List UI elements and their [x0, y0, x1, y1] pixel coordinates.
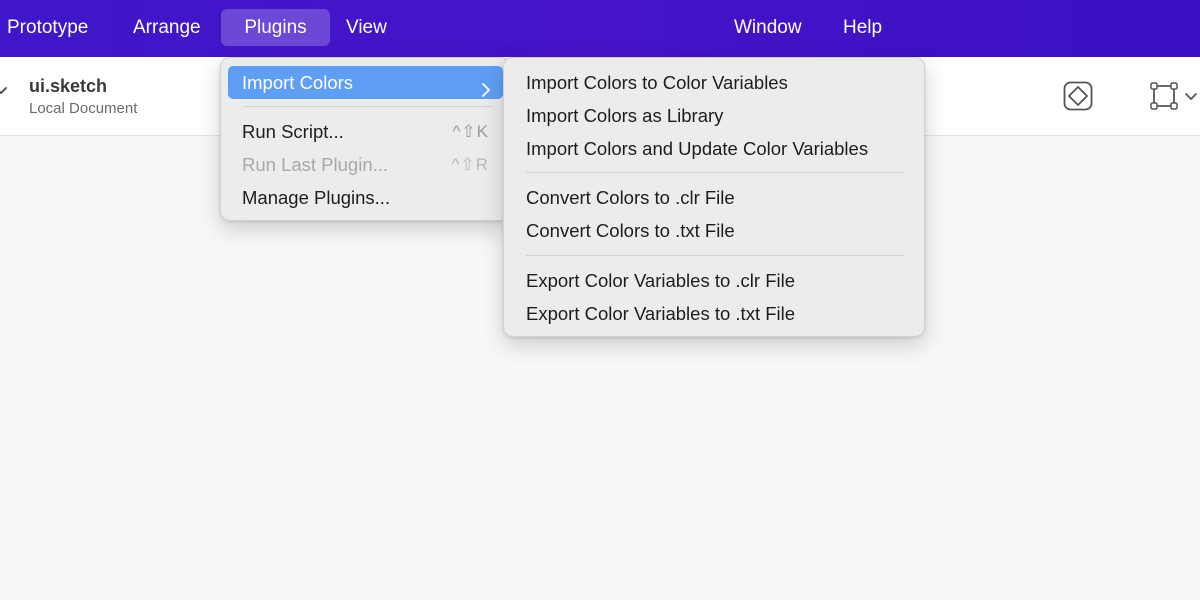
- menu-item-export-variables-to-txt[interactable]: Export Color Variables to .txt File: [526, 297, 795, 330]
- menu-item-export-variables-to-clr[interactable]: Export Color Variables to .clr File: [526, 264, 795, 297]
- shortcut-label: ^⇧K: [452, 122, 489, 141]
- menu-item-label: Manage Plugins...: [242, 187, 391, 208]
- menu-prototype[interactable]: Prototype: [0, 9, 100, 46]
- menu-help[interactable]: Help: [831, 9, 894, 46]
- menu-item-import-to-color-variables[interactable]: Import Colors to Color Variables: [526, 66, 788, 99]
- menu-item-run-script[interactable]: Run Script... ^⇧K: [228, 115, 503, 148]
- menu-view[interactable]: View: [334, 9, 399, 46]
- menu-separator: [526, 172, 904, 173]
- chevron-right-icon: [479, 75, 493, 97]
- import-colors-submenu: Import Colors to Color Variables Import …: [503, 57, 925, 337]
- menu-item-convert-to-clr[interactable]: Convert Colors to .clr File: [526, 181, 735, 214]
- symbol-icon[interactable]: [1063, 81, 1093, 111]
- document-name[interactable]: ui.sketch: [29, 76, 107, 97]
- menu-separator: [243, 106, 493, 107]
- menu-bar: Prototype Arrange Plugins View Window He…: [0, 0, 1200, 57]
- document-location: Local Document: [29, 100, 138, 117]
- frame-icon[interactable]: [1150, 82, 1178, 110]
- shortcut-label: ^⇧R: [451, 155, 489, 174]
- menu-arrange[interactable]: Arrange: [121, 9, 213, 46]
- menu-item-run-last-plugin: Run Last Plugin... ^⇧R: [228, 148, 503, 181]
- chevron-down-icon[interactable]: [1184, 90, 1198, 104]
- menu-item-convert-to-txt[interactable]: Convert Colors to .txt File: [526, 214, 735, 247]
- menu-item-manage-plugins[interactable]: Manage Plugins...: [228, 181, 503, 214]
- menu-item-label: Import Colors: [242, 72, 354, 93]
- menu-plugins[interactable]: Plugins: [221, 9, 330, 46]
- menu-window[interactable]: Window: [722, 9, 814, 46]
- menu-separator: [526, 255, 904, 256]
- plugins-menu: Import Colors Run Script... ^⇧K Run Last…: [220, 57, 510, 221]
- menu-item-import-as-library[interactable]: Import Colors as Library: [526, 99, 723, 132]
- menu-item-label: Run Script...: [242, 121, 344, 142]
- menu-item-import-colors[interactable]: Import Colors: [228, 66, 503, 99]
- menu-item-import-and-update-color-variables[interactable]: Import Colors and Update Color Variables: [526, 132, 868, 165]
- chevron-down-icon[interactable]: [0, 83, 8, 97]
- menu-item-label: Run Last Plugin...: [242, 154, 389, 175]
